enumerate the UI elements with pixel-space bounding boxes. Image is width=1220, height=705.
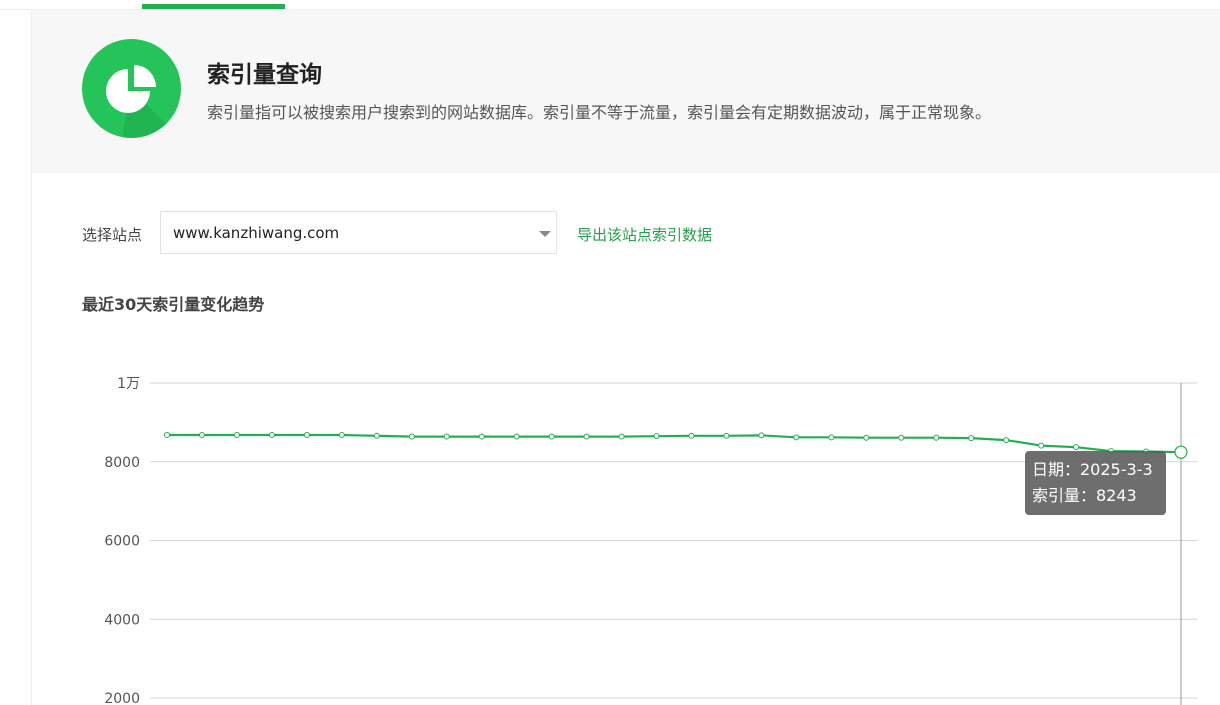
- tooltip-date: 日期：2025-3-3: [1032, 460, 1153, 479]
- y-tick-label: 2000: [104, 691, 140, 705]
- data-point: [478, 433, 485, 440]
- y-tick-label: 8000: [104, 455, 140, 471]
- y-tick-label: 4000: [104, 612, 140, 628]
- data-point: [268, 431, 275, 438]
- site-select-dropdown[interactable]: www.kanzhiwang.com: [160, 211, 557, 254]
- site-select-label: 选择站点: [82, 226, 143, 244]
- data-point: [1073, 444, 1080, 451]
- data-point: [198, 431, 205, 438]
- data-point: [1038, 442, 1045, 449]
- data-point: [688, 432, 695, 439]
- page-title: 索引量查询: [207, 62, 322, 88]
- data-point: [338, 431, 345, 438]
- page-header: 索引量查询 索引量指可以被搜索用户搜索到的网站数据库。索引量不等于流量，索引量会…: [32, 10, 1220, 173]
- data-point: [443, 433, 450, 440]
- y-tick-label: 6000: [104, 534, 140, 550]
- data-point: [653, 433, 660, 440]
- data-point: [303, 431, 310, 438]
- data-point: [723, 432, 730, 439]
- site-select-value: www.kanzhiwang.com: [173, 224, 340, 242]
- data-point: [758, 432, 765, 439]
- active-tab-indicator: [142, 4, 285, 9]
- data-point: [793, 434, 800, 441]
- trend-section-title: 最近30天索引量变化趋势: [82, 295, 265, 314]
- page-description: 索引量指可以被搜索用户搜索到的网站数据库。索引量不等于流量，索引量会有定期数据波…: [207, 103, 992, 122]
- pie-chart-icon: [82, 39, 181, 138]
- data-point: [828, 434, 835, 441]
- data-point: [618, 433, 625, 440]
- data-point: [1003, 437, 1010, 444]
- highlighted-point: [1174, 445, 1188, 459]
- index-trend-chart: 1万 8000 6000 4000 2000: [104, 376, 1198, 705]
- data-point: [898, 434, 905, 441]
- data-point: [548, 433, 555, 440]
- data-point: [513, 433, 520, 440]
- data-point: [933, 434, 940, 441]
- data-point: [233, 431, 240, 438]
- tooltip-value: 索引量：8243: [1032, 486, 1137, 505]
- data-point: [408, 433, 415, 440]
- data-point: [373, 432, 380, 439]
- chart-tooltip: 日期：2025-3-3 索引量：8243: [1025, 451, 1166, 515]
- series-line: [167, 433, 1182, 454]
- data-point: [583, 433, 590, 440]
- chevron-down-icon: [539, 231, 551, 237]
- data-point: [968, 435, 975, 442]
- data-point: [863, 434, 870, 441]
- y-tick-label: 1万: [117, 376, 140, 392]
- export-index-data-link[interactable]: 导出该站点索引数据: [577, 224, 712, 245]
- data-point: [164, 431, 170, 438]
